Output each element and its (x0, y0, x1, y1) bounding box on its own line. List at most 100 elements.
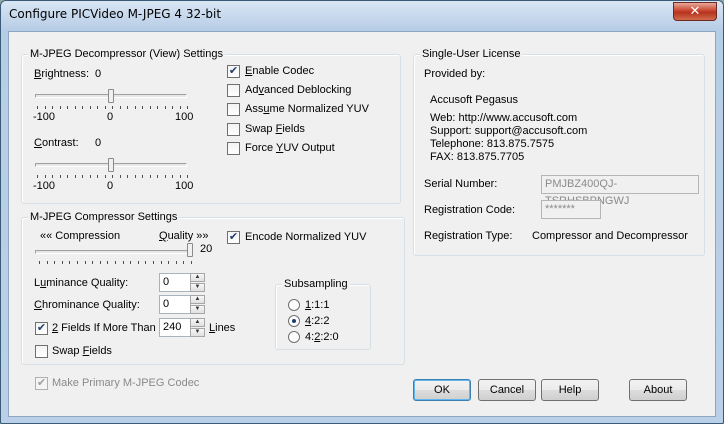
dialog-client-area: M-JPEG Decompressor (View) Settings Brig… (8, 31, 716, 417)
make-primary-checkbox[interactable]: ✔ (35, 377, 48, 390)
spin-down-icon[interactable]: ▼ (190, 305, 205, 314)
subsampling-420-label[interactable]: 4:2:2:0 (305, 331, 339, 344)
title-bar[interactable]: Configure PICVideo M-JPEG 4 32-bit ✕ (1, 1, 723, 31)
brightness-slider-thumb[interactable] (108, 89, 114, 103)
slider-tick (172, 106, 173, 109)
subsampling-420-radio[interactable] (288, 331, 300, 343)
slider-tick (180, 175, 181, 178)
two-fields-lines-spinner[interactable]: ▲ ▼ (190, 318, 205, 337)
chrominance-quality-input[interactable]: 0 (159, 295, 191, 314)
two-fields-lines-input[interactable]: 240 (159, 318, 191, 337)
slider-tick (69, 261, 70, 264)
serial-number-field: PMJBZ400QJ-TSRHSBPNGWJ (541, 175, 699, 207)
slider-tick (115, 261, 116, 264)
slider-tick (97, 175, 98, 178)
slider-tick (120, 106, 121, 109)
ok-button[interactable]: OK (413, 379, 471, 401)
slider-tick (97, 106, 98, 109)
slider-tick (112, 106, 113, 109)
slider-tick (150, 175, 151, 178)
force-yuv-output-checkbox[interactable] (227, 142, 240, 155)
advanced-deblocking-checkbox[interactable] (227, 84, 240, 97)
slider-tick (39, 261, 40, 264)
two-fields-checkbox[interactable]: ✔ (35, 322, 48, 335)
chrominance-quality-spinner[interactable]: ▲ ▼ (190, 295, 205, 314)
brightness-min-label: -100 (33, 111, 56, 123)
slider-tick (37, 106, 38, 109)
help-button[interactable]: Help (541, 379, 599, 401)
slider-tick (130, 261, 131, 264)
subsampling-422-radio[interactable] (288, 315, 300, 327)
slider-tick (92, 261, 93, 264)
spin-down-icon[interactable]: ▼ (190, 283, 205, 292)
compression-label: «« Compression (40, 230, 121, 242)
two-fields-label[interactable]: 2 Fields If More Than (52, 322, 156, 335)
contrast-ticks (37, 175, 188, 179)
about-button[interactable]: About (629, 379, 687, 401)
spin-up-icon[interactable]: ▲ (190, 318, 205, 327)
quality-slider-track[interactable] (35, 250, 193, 254)
slider-tick (47, 261, 48, 264)
brightness-max-label: 100 (175, 111, 194, 123)
slider-tick (82, 175, 83, 178)
spin-up-icon[interactable]: ▲ (190, 295, 205, 304)
swap-fields-compress-label[interactable]: Swap Fields (52, 345, 112, 358)
radio-selected-dot (292, 319, 296, 323)
enable-codec-checkbox[interactable]: ✔ (227, 65, 240, 78)
spin-up-icon[interactable]: ▲ (190, 273, 205, 282)
registration-type-value: Compressor and Decompressor (532, 230, 688, 242)
contrast-label: Contrast: (34, 137, 79, 149)
registration-code-field: ******* (541, 200, 601, 219)
swap-fields-view-checkbox[interactable] (227, 123, 240, 136)
slider-tick (75, 106, 76, 109)
quality-slider-thumb[interactable] (187, 243, 193, 257)
contrast-slider-thumb[interactable] (108, 158, 114, 172)
subsampling-111-label[interactable]: 1:1:1 (305, 299, 329, 312)
slider-tick (165, 106, 166, 109)
window-title: Configure PICVideo M-JPEG 4 32-bit (9, 7, 222, 21)
subsampling-group-title: Subsampling (282, 277, 350, 291)
spin-down-icon[interactable]: ▼ (190, 328, 205, 337)
subsampling-111-radio[interactable] (288, 299, 300, 311)
slider-tick (85, 261, 86, 264)
contrast-mid-label: 0 (107, 180, 114, 192)
slider-tick (187, 175, 188, 178)
quality-value: 20 (200, 243, 213, 255)
assume-normalized-yuv-checkbox[interactable] (227, 103, 240, 116)
registration-type-label: Registration Type: (424, 230, 513, 242)
slider-tick (123, 261, 124, 264)
slider-tick (161, 261, 162, 264)
web-text: Web: http://www.accusoft.com (430, 112, 578, 124)
luminance-quality-spinner[interactable]: ▲ ▼ (190, 273, 205, 292)
quality-ticks (39, 261, 192, 265)
advanced-deblocking-label[interactable]: Advanced Deblocking (245, 84, 351, 97)
slider-tick (172, 175, 173, 178)
enable-codec-label[interactable]: Enable Codec (245, 65, 314, 78)
serial-number-label: Serial Number: (424, 178, 498, 190)
slider-tick (168, 261, 169, 264)
slider-tick (62, 261, 63, 264)
swap-fields-view-label[interactable]: Swap Fields (245, 123, 305, 136)
slider-tick (60, 106, 61, 109)
slider-tick (75, 175, 76, 178)
slider-tick (142, 175, 143, 178)
encode-normalized-yuv-checkbox[interactable]: ✔ (227, 231, 240, 244)
slider-tick (52, 175, 53, 178)
subsampling-422-label[interactable]: 4:2:2 (305, 315, 329, 328)
slider-tick (60, 175, 61, 178)
luminance-quality-input[interactable]: 0 (159, 273, 191, 292)
force-yuv-output-label[interactable]: Force YUV Output (245, 142, 335, 155)
slider-tick (150, 106, 151, 109)
slider-tick (54, 261, 55, 264)
slider-tick (165, 175, 166, 178)
slider-tick (183, 261, 184, 264)
cancel-button[interactable]: Cancel (478, 379, 536, 401)
slider-tick (157, 175, 158, 178)
swap-fields-compress-checkbox[interactable] (35, 345, 48, 358)
close-button[interactable]: ✕ (673, 2, 717, 21)
assume-normalized-yuv-label[interactable]: Assume Normalized YUV (245, 103, 369, 116)
slider-tick (142, 106, 143, 109)
slider-tick (90, 175, 91, 178)
encode-normalized-yuv-label[interactable]: Encode Normalized YUV (245, 231, 366, 244)
slider-tick (45, 175, 46, 178)
